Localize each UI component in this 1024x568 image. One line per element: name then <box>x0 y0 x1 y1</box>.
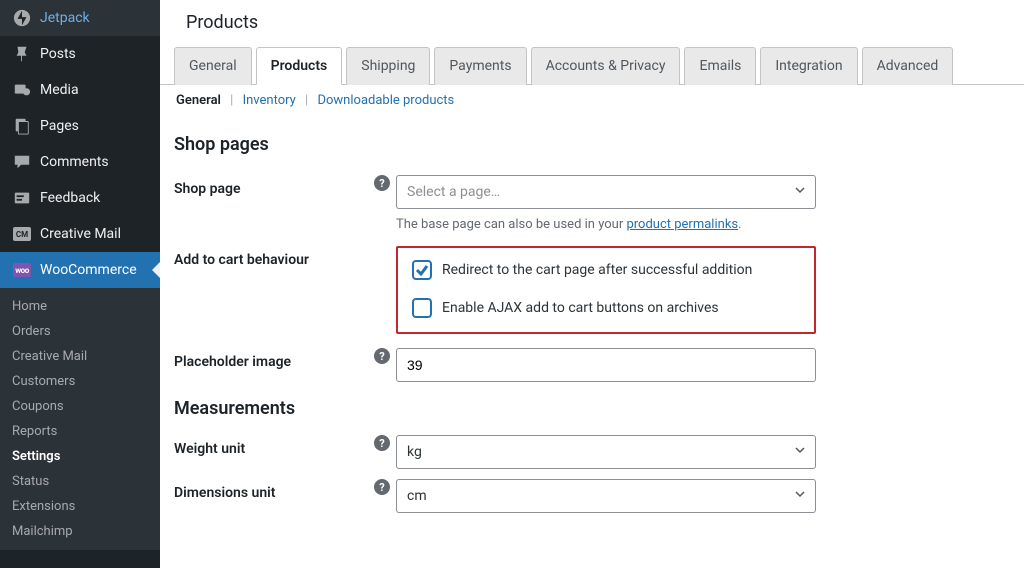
sidebar-item-label: Posts <box>40 46 76 62</box>
label-cart-behaviour: Add to cart behaviour <box>174 246 374 268</box>
sidebar-item-posts[interactable]: Posts <box>0 36 160 72</box>
select-value: kg <box>396 435 816 469</box>
help-icon[interactable]: ? <box>374 435 390 451</box>
sidebar-sub-reports[interactable]: Reports <box>0 419 160 444</box>
media-icon <box>12 80 32 100</box>
checkbox-redirect-cart[interactable]: Redirect to the cart page after successf… <box>412 260 800 280</box>
checkbox-label: Enable AJAX add to cart buttons on archi… <box>442 300 719 316</box>
help-icon[interactable]: ? <box>374 479 390 495</box>
sidebar-sub-settings[interactable]: Settings <box>0 444 160 469</box>
row-dimensions-unit: Dimensions unit ? cm <box>174 469 1010 513</box>
page-title: Products <box>160 0 1024 47</box>
checkbox-ajax-cart[interactable]: Enable AJAX add to cart buttons on archi… <box>412 298 800 318</box>
cart-behaviour-highlight: Redirect to the cart page after successf… <box>396 246 816 334</box>
sidebar-submenu: Home Orders Creative Mail Customers Coup… <box>0 288 160 550</box>
tab-emails[interactable]: Emails <box>684 47 756 85</box>
sidebar-sub-coupons[interactable]: Coupons <box>0 394 160 419</box>
tab-general[interactable]: General <box>174 47 252 85</box>
sidebar-item-label: Pages <box>40 118 79 134</box>
sidebar-item-media[interactable]: Media <box>0 72 160 108</box>
sidebar-item-label: Media <box>40 82 79 98</box>
sidebar-sub-customers[interactable]: Customers <box>0 369 160 394</box>
checkbox-label: Redirect to the cart page after successf… <box>442 262 752 278</box>
sidebar-sub-mailchimp[interactable]: Mailchimp <box>0 519 160 544</box>
main-content: Products General Products Shipping Payme… <box>160 0 1024 568</box>
row-placeholder-image: Placeholder image ? <box>174 334 1010 382</box>
sidebar-item-label: Comments <box>40 154 109 170</box>
section-shop-pages: Shop pages <box>174 134 1010 155</box>
shop-page-description: The base page can also be used in your p… <box>396 217 816 232</box>
help-icon[interactable]: ? <box>374 348 390 364</box>
sidebar-item-creative-mail[interactable]: CM Creative Mail <box>0 216 160 252</box>
row-shop-page: Shop page ? Select a page… The base page… <box>174 161 1010 232</box>
subtab-general[interactable]: General <box>174 93 223 108</box>
sidebar-item-label: Jetpack <box>40 10 90 26</box>
placeholder-image-input[interactable] <box>396 348 816 382</box>
tab-advanced[interactable]: Advanced <box>862 47 954 85</box>
select-value: Select a page… <box>396 175 816 209</box>
sidebar-item-pages[interactable]: Pages <box>0 108 160 144</box>
sidebar-item-comments[interactable]: Comments <box>0 144 160 180</box>
sidebar-item-label: Feedback <box>40 190 100 206</box>
sub-tabs: General | Inventory | Downloadable produ… <box>160 85 1024 108</box>
tab-accounts-privacy[interactable]: Accounts & Privacy <box>531 47 681 85</box>
sidebar-sub-orders[interactable]: Orders <box>0 319 160 344</box>
sidebar-sub-creative-mail[interactable]: Creative Mail <box>0 344 160 369</box>
tab-integration[interactable]: Integration <box>760 47 857 85</box>
admin-sidebar: Jetpack Posts Media Pages Comments Feedb… <box>0 0 160 568</box>
label-shop-page: Shop page <box>174 175 374 197</box>
label-weight-unit: Weight unit <box>174 435 374 457</box>
row-weight-unit: Weight unit ? kg <box>174 425 1010 469</box>
pin-icon <box>12 44 32 64</box>
dimensions-unit-select[interactable]: cm <box>396 479 816 513</box>
creative-mail-icon: CM <box>12 224 32 244</box>
separator: | <box>226 93 237 108</box>
settings-form: Shop pages Shop page ? Select a page… Th… <box>160 108 1024 513</box>
sidebar-sub-home[interactable]: Home <box>0 294 160 319</box>
sidebar-item-woocommerce[interactable]: woo WooCommerce <box>0 252 160 288</box>
tab-shipping[interactable]: Shipping <box>346 47 430 85</box>
settings-tabs: General Products Shipping Payments Accou… <box>160 47 1024 85</box>
select-value: cm <box>396 479 816 513</box>
woocommerce-icon: woo <box>12 260 32 280</box>
sidebar-item-jetpack[interactable]: Jetpack <box>0 0 160 36</box>
label-placeholder-image: Placeholder image <box>174 348 374 370</box>
subtab-inventory[interactable]: Inventory <box>241 93 298 108</box>
row-cart-behaviour: Add to cart behaviour Redirect to the ca… <box>174 232 1010 334</box>
product-permalinks-link[interactable]: product permalinks <box>626 217 738 232</box>
sidebar-item-label: Creative Mail <box>40 226 121 242</box>
section-measurements: Measurements <box>174 398 1010 419</box>
separator: | <box>301 93 312 108</box>
pages-icon <box>12 116 32 136</box>
subtab-downloadable[interactable]: Downloadable products <box>315 93 456 108</box>
sidebar-sub-status[interactable]: Status <box>0 469 160 494</box>
comments-icon <box>12 152 32 172</box>
checkbox-unchecked-icon <box>412 298 432 318</box>
feedback-icon <box>12 188 32 208</box>
checkbox-checked-icon <box>412 260 432 280</box>
weight-unit-select[interactable]: kg <box>396 435 816 469</box>
sidebar-item-label: WooCommerce <box>40 262 137 278</box>
tab-payments[interactable]: Payments <box>434 47 526 85</box>
sidebar-item-feedback[interactable]: Feedback <box>0 180 160 216</box>
sidebar-sub-extensions[interactable]: Extensions <box>0 494 160 519</box>
tab-products[interactable]: Products <box>256 47 343 85</box>
help-icon[interactable]: ? <box>374 175 390 191</box>
shop-page-select[interactable]: Select a page… <box>396 175 816 209</box>
jetpack-icon <box>12 8 32 28</box>
label-dimensions-unit: Dimensions unit <box>174 479 374 501</box>
